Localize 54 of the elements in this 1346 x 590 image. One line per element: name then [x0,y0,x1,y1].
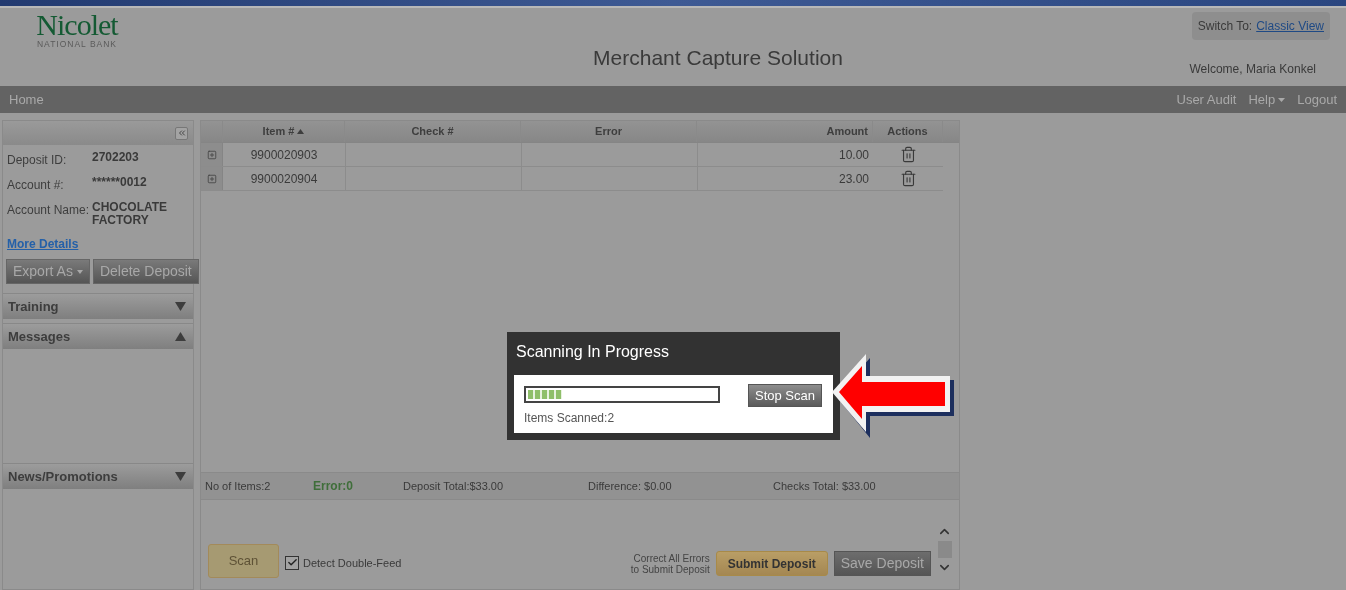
expand-icon[interactable] [175,472,186,481]
summary-item: Deposit Total:$33.00 [403,478,505,494]
more-details-link[interactable]: More Details [7,235,79,253]
detail-label: Account #: [7,177,65,194]
collapse-icon[interactable] [175,332,186,341]
items-scanned-text: Items Scanned:2 [524,410,616,427]
collapse-sidebar-button[interactable] [175,126,188,140]
expand-row-icon[interactable] [206,149,217,160]
checkbox-label: Detect Double-Feed [303,555,402,571]
detail-label: Account Name: [7,202,91,219]
summary-item: Difference: $0.00 [588,478,673,494]
dropdown-button[interactable]: Export As [6,259,90,284]
delete-row-icon[interactable] [899,146,917,163]
table-cell: 10.00 [697,143,873,166]
page-title: Merchant Capture Solution [593,44,843,71]
double-feed-checkbox[interactable] [285,555,299,570]
table-cell-text: 9900020904 [249,170,319,188]
detail-value: ******0012 [92,176,148,191]
column-header[interactable]: Item # [223,121,345,142]
logo-subtitle: NATIONAL BANK [36,40,118,49]
column-header[interactable]: Check # [345,121,521,142]
switch-label: Switch To: [1197,18,1253,35]
detail-value: CHOCOLATE FACTORY [92,201,169,227]
detail-label: Deposit ID: [7,152,68,169]
table-cell: 23.00 [697,167,873,190]
nav-link[interactable]: User Audit [1176,89,1237,110]
column-header[interactable]: Actions [873,121,943,142]
nav-dropdown[interactable]: Help [1248,89,1286,110]
delete-row-icon[interactable] [899,170,917,187]
submit-hint: Correct All Errors to Submit Deposit [630,553,710,575]
column-header[interactable]: Amount [697,121,873,142]
nav-link[interactable]: Logout [1297,89,1337,110]
sort-ascending-icon [297,129,305,134]
logo-wordmark: Nicolet [36,10,118,40]
dialog-title: Scanning In Progress [515,342,670,362]
save-deposit-button[interactable]: Save Deposit [833,551,931,576]
detail-value: 2702203 [92,151,140,166]
error-count: Error:0 [313,478,354,495]
section-header[interactable]: News/Promotions [3,463,193,489]
table-cell-text: 9900020903 [249,146,319,164]
classic-view-link[interactable]: Classic View [1256,17,1324,35]
stop-scan-button[interactable]: Stop Scan [748,384,822,407]
delete-deposit-button[interactable]: Delete Deposit [92,259,199,284]
welcome-text: Welcome, Maria Konkel [1189,61,1316,78]
expand-row-icon[interactable] [206,173,217,184]
double-chevron-icon [176,128,187,138]
summary-item: Checks Total: $33.00 [773,478,876,494]
nav-link[interactable]: Home [9,89,44,110]
column-header[interactable]: Error [521,121,697,142]
summary-item: No of Items:2 [205,478,272,494]
expand-icon[interactable] [175,302,186,311]
section-header[interactable]: Training [3,293,193,319]
section-header[interactable]: Messages [3,323,193,349]
submit-deposit-button[interactable]: Submit Deposit [715,551,828,576]
